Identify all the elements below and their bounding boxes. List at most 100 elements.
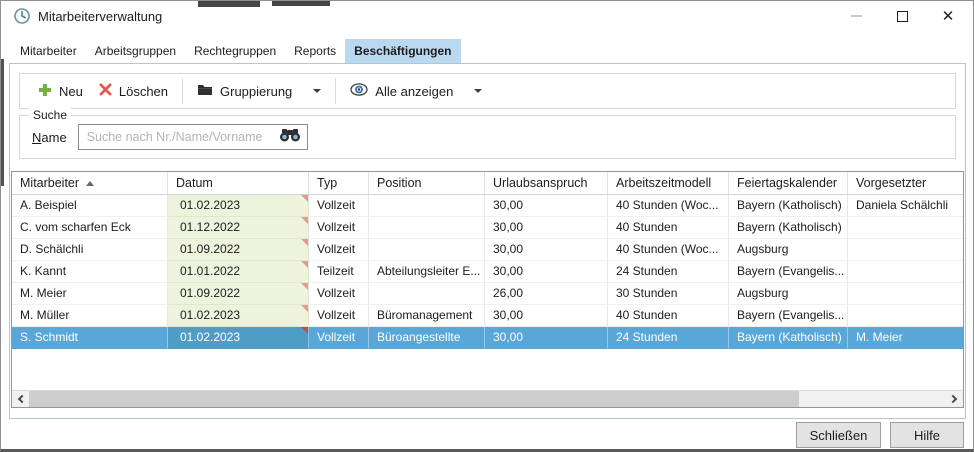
table-row[interactable]: K. Kannt01.01.2022TeilzeitAbteilungsleit… xyxy=(12,261,963,283)
scrollbar-thumb[interactable] xyxy=(29,391,799,407)
cell-typ[interactable]: Vollzeit xyxy=(309,195,369,217)
cell-mitarbeiter[interactable]: K. Kannt xyxy=(12,261,168,283)
cell-urlaubsanspruch[interactable]: 30,00 xyxy=(485,195,608,217)
maximize-button[interactable] xyxy=(879,1,925,31)
column-header-typ[interactable]: Typ xyxy=(309,172,369,194)
cell-arbeitszeitmodell[interactable]: 24 Stunden xyxy=(608,261,729,283)
cell-urlaubsanspruch[interactable]: 30,00 xyxy=(485,327,608,349)
cell-vorgesetzter[interactable]: M. Meier xyxy=(848,327,963,349)
tab-reports[interactable]: Reports xyxy=(285,39,345,63)
column-header-feiertagskalender[interactable]: Feiertagskalender xyxy=(729,172,848,194)
tab-rechtegruppen[interactable]: Rechtegruppen xyxy=(185,39,285,63)
tab-beschäftigungen[interactable]: Beschäftigungen xyxy=(345,39,460,63)
cell-feiertagskalender[interactable]: Augsburg xyxy=(729,283,848,305)
scroll-left-button[interactable] xyxy=(12,391,29,407)
new-button[interactable]: Neu xyxy=(30,77,91,105)
cell-typ[interactable]: Vollzeit xyxy=(309,217,369,239)
cell-urlaubsanspruch[interactable]: 26,00 xyxy=(485,283,608,305)
cell-datum[interactable]: 01.02.2023 xyxy=(168,305,309,327)
cell-vorgesetzter[interactable] xyxy=(848,283,963,305)
cell-position[interactable]: Abteilungsleiter E... xyxy=(369,261,485,283)
tab-bar: MitarbeiterArbeitsgruppenRechtegruppenRe… xyxy=(11,39,963,63)
schliessen-button[interactable]: Schließen xyxy=(796,422,881,448)
cell-arbeitszeitmodell[interactable]: 24 Stunden xyxy=(608,327,729,349)
cell-datum[interactable]: 01.02.2023 xyxy=(168,195,309,217)
cell-typ[interactable]: Vollzeit xyxy=(309,239,369,261)
new-button-label: Neu xyxy=(59,84,83,99)
window-title: Mitarbeiterverwaltung xyxy=(38,9,162,24)
cell-arbeitszeitmodell[interactable]: 40 Stunden xyxy=(608,217,729,239)
column-header-urlaubsanspruch[interactable]: Urlaubsanspruch xyxy=(485,172,608,194)
cell-arbeitszeitmodell[interactable]: 40 Stunden xyxy=(608,305,729,327)
cell-typ[interactable]: Teilzeit xyxy=(309,261,369,283)
close-button[interactable]: ✕ xyxy=(925,1,971,31)
table-row[interactable]: M. Müller01.02.2023VollzeitBüromanagemen… xyxy=(12,305,963,327)
column-header-mitarbeiter[interactable]: Mitarbeiter xyxy=(12,172,168,194)
tab-mitarbeiter[interactable]: Mitarbeiter xyxy=(11,39,86,63)
cell-position[interactable] xyxy=(369,239,485,261)
cell-typ[interactable]: Vollzeit xyxy=(309,327,369,349)
close-icon: ✕ xyxy=(942,9,955,24)
cell-vorgesetzter[interactable] xyxy=(848,261,963,283)
cell-arbeitszeitmodell[interactable]: 30 Stunden xyxy=(608,283,729,305)
cell-mitarbeiter[interactable]: D. Schälchli xyxy=(12,239,168,261)
minimize-button[interactable] xyxy=(833,1,879,31)
grouping-button[interactable]: Gruppierung xyxy=(189,77,329,105)
cell-typ[interactable]: Vollzeit xyxy=(309,283,369,305)
table-row[interactable]: M. Meier01.09.2022Vollzeit 26,0030 Stunde… xyxy=(12,283,963,305)
cell-urlaubsanspruch[interactable]: 30,00 xyxy=(485,217,608,239)
tab-arbeitsgruppen[interactable]: Arbeitsgruppen xyxy=(86,39,185,63)
cell-datum[interactable]: 01.01.2022 xyxy=(168,261,309,283)
cell-typ[interactable]: Vollzeit xyxy=(309,305,369,327)
folder-icon xyxy=(197,83,213,99)
cell-feiertagskalender[interactable]: Bayern (Katholisch) xyxy=(729,195,848,217)
table-row[interactable]: A. Beispiel01.02.2023Vollzeit 30,0040 Stu… xyxy=(12,195,963,217)
cell-feiertagskalender[interactable]: Bayern (Katholisch) xyxy=(729,217,848,239)
column-header-position[interactable]: Position xyxy=(369,172,485,194)
background-artifact xyxy=(1,59,4,186)
cell-position[interactable] xyxy=(369,283,485,305)
cell-urlaubsanspruch[interactable]: 30,00 xyxy=(485,261,608,283)
cell-feiertagskalender[interactable]: Bayern (Evangelis... xyxy=(729,261,848,283)
table-row[interactable]: C. vom scharfen Eck01.12.2022Vollzeit 30,… xyxy=(12,217,963,239)
cell-arbeitszeitmodell[interactable]: 40 Stunden (Woc... xyxy=(608,239,729,261)
cell-mitarbeiter[interactable]: S. Schmidt xyxy=(12,327,168,349)
cell-position[interactable] xyxy=(369,217,485,239)
cell-vorgesetzter[interactable] xyxy=(848,239,963,261)
cell-datum[interactable]: 01.09.2022 xyxy=(168,283,309,305)
column-header-datum[interactable]: Datum xyxy=(168,172,309,194)
binoculars-icon[interactable] xyxy=(279,128,301,147)
cell-vorgesetzter[interactable] xyxy=(848,217,963,239)
cell-mitarbeiter[interactable]: A. Beispiel xyxy=(12,195,168,217)
scroll-right-button[interactable] xyxy=(946,391,963,407)
hilfe-button[interactable]: Hilfe xyxy=(890,422,964,448)
cell-datum[interactable]: 01.12.2022 xyxy=(168,217,309,239)
cell-mitarbeiter[interactable]: M. Müller xyxy=(12,305,168,327)
show-all-button[interactable]: Alle anzeigen xyxy=(342,77,490,105)
column-header-vorgesetzter[interactable]: Vorgesetzter xyxy=(848,172,963,194)
scrollbar-track[interactable] xyxy=(29,391,946,407)
cell-vorgesetzter[interactable]: Daniela Schälchli xyxy=(848,195,963,217)
table-row[interactable]: D. Schälchli01.09.2022Vollzeit 30,0040 St… xyxy=(12,239,963,261)
search-input[interactable] xyxy=(79,125,279,149)
delete-button[interactable]: Löschen xyxy=(91,77,176,105)
cell-urlaubsanspruch[interactable]: 30,00 xyxy=(485,305,608,327)
window-controls: ✕ xyxy=(833,1,971,31)
column-header-arbeitszeitmodell[interactable]: Arbeitszeitmodell xyxy=(608,172,729,194)
table-row[interactable]: S. Schmidt01.02.2023VollzeitBüroangestel… xyxy=(12,327,963,349)
cell-vorgesetzter[interactable] xyxy=(848,305,963,327)
cell-position[interactable] xyxy=(369,195,485,217)
cell-urlaubsanspruch[interactable]: 30,00 xyxy=(485,239,608,261)
grid-body: A. Beispiel01.02.2023Vollzeit30,0040 Stu… xyxy=(12,195,963,390)
cell-feiertagskalender[interactable]: Bayern (Evangelis... xyxy=(729,305,848,327)
horizontal-scrollbar[interactable] xyxy=(12,390,963,407)
cell-datum[interactable]: 01.02.2023 xyxy=(168,327,309,349)
cell-datum[interactable]: 01.09.2022 xyxy=(168,239,309,261)
cell-position[interactable]: Büromanagement xyxy=(369,305,485,327)
cell-feiertagskalender[interactable]: Augsburg xyxy=(729,239,848,261)
cell-feiertagskalender[interactable]: Bayern (Katholisch) xyxy=(729,327,848,349)
cell-mitarbeiter[interactable]: M. Meier xyxy=(12,283,168,305)
cell-mitarbeiter[interactable]: C. vom scharfen Eck xyxy=(12,217,168,239)
cell-position[interactable]: Büroangestellte xyxy=(369,327,485,349)
cell-arbeitszeitmodell[interactable]: 40 Stunden (Woc... xyxy=(608,195,729,217)
